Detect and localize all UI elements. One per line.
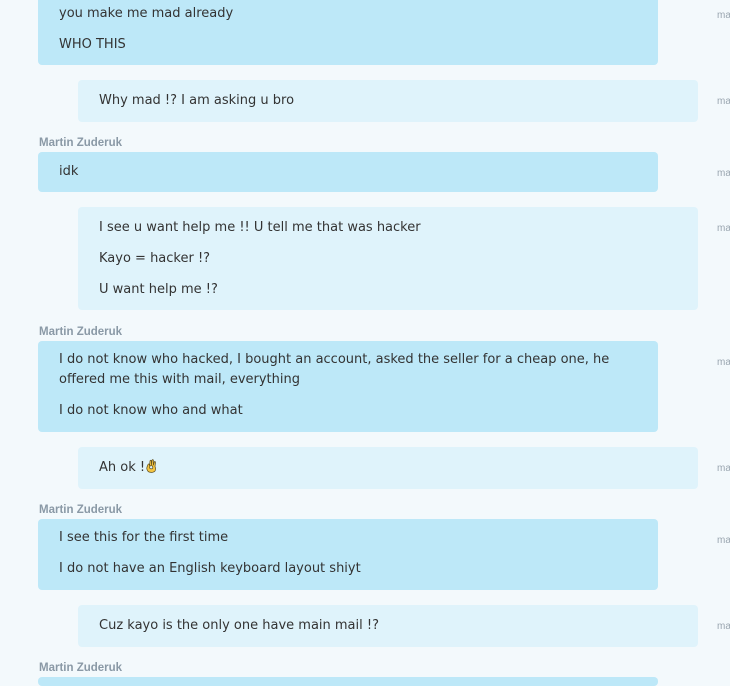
chat-history: you make me mad already WHO THIS ma Why … xyxy=(0,0,730,686)
message-timestamp: ma xyxy=(717,535,730,546)
ok-hand-icon xyxy=(146,459,157,473)
message-bubble-outgoing[interactable]: Ah ok ! xyxy=(78,447,698,489)
message-text: I do not know who hacked, I bought an ac… xyxy=(59,352,610,387)
message-bubble-incoming[interactable] xyxy=(38,677,658,686)
message-text: U want help me !? xyxy=(99,282,218,297)
sender-name: Martin Zuderuk xyxy=(39,504,123,516)
message-bubble-incoming[interactable]: idk xyxy=(38,152,658,192)
message-text: Kayo = hacker !? xyxy=(99,251,211,266)
message-timestamp: ma xyxy=(717,223,730,234)
message-text: I do not know who and what xyxy=(59,403,243,418)
message-bubble-incoming[interactable]: I see this for the first time I do not h… xyxy=(38,519,658,590)
message-text-content: Ah ok ! xyxy=(99,460,146,475)
message-bubble-incoming[interactable]: you make me mad already WHO THIS xyxy=(38,0,658,65)
sender-name: Martin Zuderuk xyxy=(39,137,123,149)
message-text: Why mad !? I am asking u bro xyxy=(99,93,295,108)
message-text: you make me mad already xyxy=(59,6,234,21)
message-bubble-incoming[interactable]: I do not know who hacked, I bought an ac… xyxy=(38,341,658,432)
message-bubble-outgoing[interactable]: Why mad !? I am asking u bro xyxy=(78,80,698,122)
message-timestamp: ma xyxy=(717,168,730,179)
message-timestamp: ma xyxy=(717,357,730,368)
message-text: WHO THIS xyxy=(59,37,126,52)
message-bubble-outgoing[interactable]: Cuz kayo is the only one have main mail … xyxy=(78,605,698,647)
message-bubble-outgoing[interactable]: I see u want help me !! U tell me that w… xyxy=(78,207,698,310)
message-text: I see this for the first time xyxy=(59,530,229,545)
message-text: idk xyxy=(59,164,79,179)
message-text: Cuz kayo is the only one have main mail … xyxy=(99,618,379,633)
message-text: I see u want help me !! U tell me that w… xyxy=(99,220,421,235)
sender-name: Martin Zuderuk xyxy=(39,662,123,674)
message-timestamp: ma xyxy=(717,96,730,107)
message-timestamp: ma xyxy=(717,621,730,632)
message-text: Ah ok ! xyxy=(99,458,677,478)
message-timestamp: ma xyxy=(717,463,730,474)
sender-name: Martin Zuderuk xyxy=(39,326,123,338)
message-timestamp: ma xyxy=(717,10,730,21)
message-text: I do not have an English keyboard layout… xyxy=(59,561,361,576)
